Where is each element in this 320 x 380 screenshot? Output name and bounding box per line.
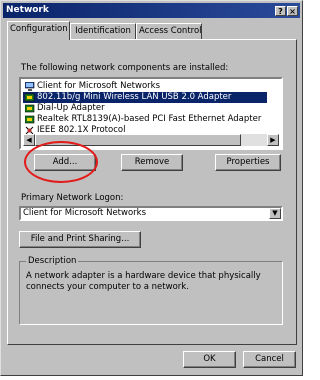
tab-identification-label: Identification xyxy=(75,26,131,36)
tab-configuration-label: Configuration xyxy=(10,24,68,34)
description-legend: Description xyxy=(26,256,79,266)
primary-logon-label: Primary Network Logon: xyxy=(21,193,124,203)
chevron-down-icon[interactable]: ▼ xyxy=(269,208,281,219)
cancel-button[interactable]: Cancel xyxy=(243,351,296,368)
scroll-left-icon[interactable]: ◀ xyxy=(23,134,35,146)
properties-button[interactable]: Properties xyxy=(215,154,281,171)
list-item[interactable]: Client for Microsoft Networks xyxy=(23,81,267,92)
ok-button[interactable]: OK xyxy=(183,351,236,368)
list-item-label: Realtek RTL8139(A)-based PCI Fast Ethern… xyxy=(37,114,262,124)
list-item-label: Dial-Up Adapter xyxy=(37,103,105,113)
description-text: A network adapter is a hardware device t… xyxy=(26,271,261,292)
tab-configuration[interactable]: Configuration xyxy=(7,21,70,40)
adapter-icon xyxy=(25,104,35,113)
description-group: Description A network adapter is a hardw… xyxy=(19,256,283,325)
list-item[interactable]: Realtek RTL8139(A)-based PCI Fast Ethern… xyxy=(23,114,267,125)
adapter-icon xyxy=(25,115,35,124)
list-item[interactable]: Dial-Up Adapter xyxy=(23,103,267,114)
list-item-label: Client for Microsoft Networks xyxy=(37,81,161,91)
window-title: Network xyxy=(6,5,49,15)
list-item-selected[interactable]: 802.11b/g Mini Wireless LAN USB 2.0 Adap… xyxy=(23,92,267,103)
help-button[interactable]: ? xyxy=(275,6,286,16)
close-button[interactable]: × xyxy=(287,6,298,16)
tab-access-control-label: Access Control xyxy=(139,26,202,36)
file-print-sharing-button[interactable]: File and Print Sharing... xyxy=(19,231,141,248)
adapter-icon xyxy=(25,93,35,102)
client-icon xyxy=(25,82,35,91)
network-dialog: Network ? × Configuration Identification… xyxy=(0,0,303,376)
tab-access-control[interactable]: Access Control xyxy=(136,23,202,39)
remove-button[interactable]: Remove xyxy=(121,154,183,171)
tab-identification[interactable]: Identification xyxy=(70,23,136,39)
primary-logon-select[interactable]: Client for Microsoft Networks ▼ xyxy=(19,206,283,221)
scroll-right-icon[interactable]: ▶ xyxy=(267,134,279,146)
primary-logon-value: Client for Microsoft Networks xyxy=(23,208,147,218)
list-item-label: 802.11b/g Mini Wireless LAN USB 2.0 Adap… xyxy=(37,92,232,102)
add-button-highlight-circle xyxy=(24,141,98,183)
title-bar: Network ? × xyxy=(3,3,300,18)
components-header: The following network components are ins… xyxy=(21,63,229,73)
components-list[interactable]: Client for Microsoft Networks 802.11b/g … xyxy=(19,77,283,150)
